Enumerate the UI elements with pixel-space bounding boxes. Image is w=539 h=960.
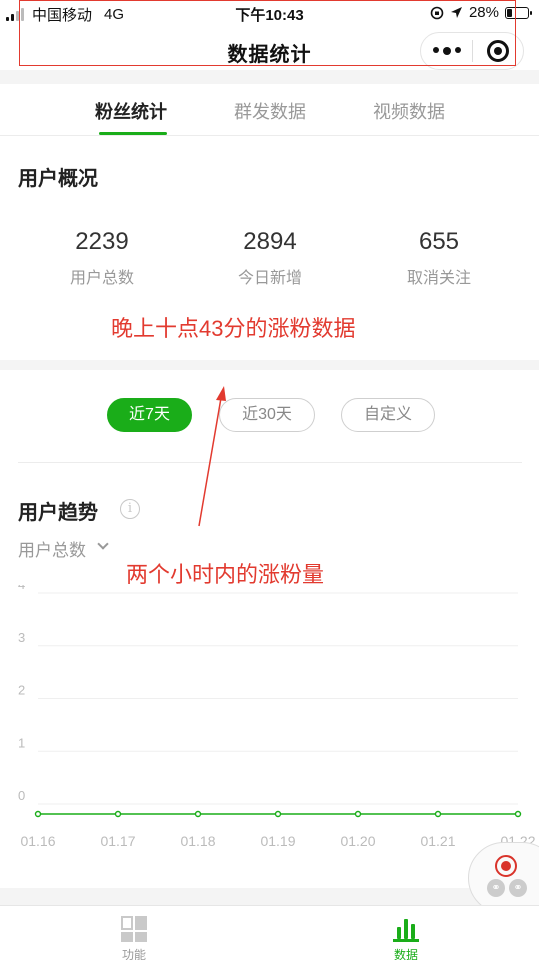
y-tick-label: 2 xyxy=(18,683,25,698)
grid-icon xyxy=(121,916,147,942)
bottom-separator xyxy=(0,888,539,905)
x-tick-label: 01.16 xyxy=(20,833,55,849)
data-point xyxy=(274,810,282,818)
data-point xyxy=(514,810,522,818)
bottom-tab-label: 数据 xyxy=(393,948,418,960)
bottom-tab-function[interactable]: 功能 xyxy=(94,906,174,960)
user-trend-chart: 4321001.1601.1701.1801.1901.2001.2101.22 xyxy=(18,585,536,849)
data-point xyxy=(194,810,202,818)
data-point xyxy=(114,810,122,818)
x-tick-label: 01.20 xyxy=(340,833,375,849)
x-tick-label: 01.21 xyxy=(420,833,455,849)
app-logo-icon xyxy=(495,855,517,877)
data-point xyxy=(34,810,42,818)
floating-widget[interactable]: ⚭ ⚭ xyxy=(468,842,539,914)
bottom-tab-bar: 功能 数据 xyxy=(0,905,539,960)
bottom-tab-label: 功能 xyxy=(121,948,146,960)
y-tick-label: 4 xyxy=(18,585,25,592)
x-tick-label: 01.18 xyxy=(180,833,215,849)
bottom-tab-data[interactable]: 数据 xyxy=(366,906,446,960)
link-icon[interactable]: ⚭ xyxy=(487,879,505,897)
link-icon[interactable]: ⚭ xyxy=(509,879,527,897)
y-tick-label: 1 xyxy=(18,735,25,750)
y-tick-label: 3 xyxy=(18,630,25,645)
bar-chart-icon xyxy=(393,916,419,942)
data-point xyxy=(354,810,362,818)
data-point xyxy=(434,810,442,818)
y-tick-label: 0 xyxy=(18,788,25,803)
x-tick-label: 01.19 xyxy=(260,833,295,849)
x-tick-label: 01.17 xyxy=(100,833,135,849)
